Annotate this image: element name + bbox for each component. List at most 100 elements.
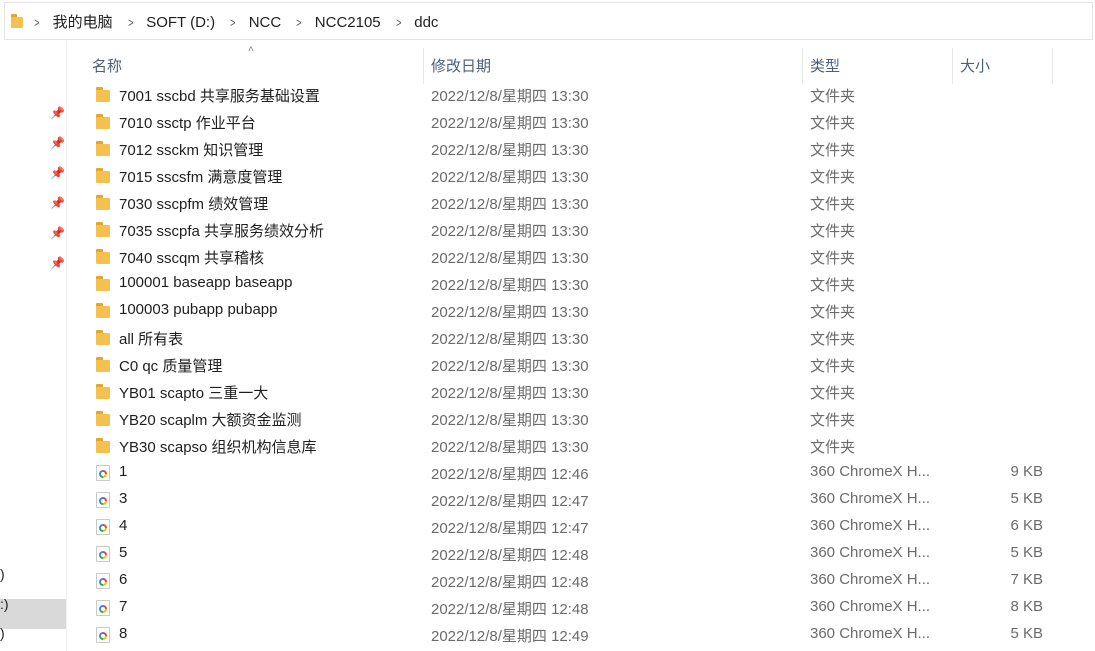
file-name: 100003 pubapp pubapp — [119, 301, 278, 318]
file-name: C0 qc 质量管理 — [119, 358, 223, 375]
file-type: 文件夹 — [810, 412, 856, 429]
address-bar[interactable]: > 我的电脑 > SOFT (D:) > NCC > NCC2105 > ddc — [4, 2, 1093, 40]
folder-icon — [96, 276, 110, 292]
modified-date: 2022/12/8/星期四 13:30 — [431, 439, 589, 456]
folder-icon — [96, 114, 110, 130]
modified-date: 2022/12/8/星期四 13:30 — [431, 142, 589, 159]
file-row[interactable]: 7030 sscpfm 绩效管理 2022/12/8/星期四 13:30 文件夹 — [0, 189, 1095, 216]
file-row[interactable]: 7012 ssckm 知识管理 2022/12/8/星期四 13:30 文件夹 — [0, 135, 1095, 162]
file-list: 7001 sscbd 共享服务基础设置 2022/12/8/星期四 13:30 文件… — [0, 81, 1095, 648]
file-name: 1 — [119, 463, 128, 480]
file-type: 文件夹 — [810, 142, 856, 159]
file-row[interactable]: 5 2022/12/8/星期四 12:48 360 ChromeX H... 5 KB — [0, 540, 1095, 567]
column-header-name[interactable]: 名称 — [92, 55, 122, 76]
file-type: 文件夹 — [810, 304, 856, 321]
column-divider[interactable] — [423, 48, 424, 84]
chevron-right-icon[interactable]: > — [128, 15, 133, 30]
file-size: 7 KB — [1010, 571, 1043, 588]
modified-date: 2022/12/8/星期四 13:30 — [431, 115, 589, 132]
modified-date: 2022/12/8/星期四 13:30 — [431, 358, 589, 375]
breadcrumb-item[interactable]: NCC — [249, 14, 282, 31]
file-row[interactable]: 7015 sscsfm 满意度管理 2022/12/8/星期四 13:30 文件夹 — [0, 162, 1095, 189]
column-header-size[interactable]: 大小 — [960, 55, 990, 76]
chromex-html-file-icon — [96, 600, 110, 616]
file-type: 360 ChromeX H... — [810, 490, 931, 507]
folder-icon — [96, 249, 110, 265]
file-row[interactable]: 6 2022/12/8/星期四 12:48 360 ChromeX H... 7 KB — [0, 567, 1095, 594]
file-size: 9 KB — [1010, 463, 1043, 480]
file-row[interactable]: 100001 baseapp baseapp 2022/12/8/星期四 13:3… — [0, 270, 1095, 297]
file-name: 8 — [119, 625, 128, 642]
file-name: 100001 baseapp baseapp — [119, 274, 293, 291]
file-row[interactable]: 3 2022/12/8/星期四 12:47 360 ChromeX H... 5 KB — [0, 486, 1095, 513]
file-type: 360 ChromeX H... — [810, 598, 931, 615]
file-type: 文件夹 — [810, 223, 856, 240]
file-name: 7012 ssckm 知识管理 — [119, 142, 264, 159]
file-row[interactable]: 1 2022/12/8/星期四 12:46 360 ChromeX H... 9 KB — [0, 459, 1095, 486]
file-type: 文件夹 — [810, 358, 856, 375]
file-row[interactable]: 7001 sscbd 共享服务基础设置 2022/12/8/星期四 13:30 文件… — [0, 81, 1095, 108]
modified-date: 2022/12/8/星期四 12:48 — [431, 601, 589, 618]
file-row[interactable]: 7 2022/12/8/星期四 12:48 360 ChromeX H... 8 KB — [0, 594, 1095, 621]
modified-date: 2022/12/8/星期四 12:48 — [431, 547, 589, 564]
chromex-html-file-icon — [96, 627, 110, 643]
file-type: 360 ChromeX H... — [810, 571, 931, 588]
file-name: YB01 scapto 三重一大 — [119, 385, 269, 402]
file-row[interactable]: 100003 pubapp pubapp 2022/12/8/星期四 13:30 文… — [0, 297, 1095, 324]
modified-date: 2022/12/8/星期四 13:30 — [431, 250, 589, 267]
breadcrumb-item[interactable]: NCC2105 — [315, 14, 381, 31]
chevron-right-icon[interactable]: > — [296, 15, 301, 30]
column-header-type[interactable]: 类型 — [810, 55, 840, 76]
file-row[interactable]: 7010 ssctp 作业平台 2022/12/8/星期四 13:30 文件夹 — [0, 108, 1095, 135]
file-row[interactable]: all 所有表 2022/12/8/星期四 13:30 文件夹 — [0, 324, 1095, 351]
folder-icon — [96, 330, 110, 346]
file-name: 7035 sscpfa 共享服务绩效分析 — [119, 223, 325, 240]
breadcrumb-item[interactable]: SOFT (D:) — [146, 14, 215, 31]
chromex-html-file-icon — [96, 465, 110, 481]
column-divider[interactable] — [802, 48, 803, 84]
folder-icon — [96, 438, 110, 454]
file-type: 文件夹 — [810, 196, 856, 213]
folder-icon — [96, 357, 110, 373]
modified-date: 2022/12/8/星期四 12:46 — [431, 466, 589, 483]
sort-up-icon: ˄ — [248, 44, 254, 55]
file-type: 文件夹 — [810, 331, 856, 348]
file-row[interactable]: YB01 scapto 三重一大 2022/12/8/星期四 13:30 文件夹 — [0, 378, 1095, 405]
modified-date: 2022/12/8/星期四 12:47 — [431, 493, 589, 510]
modified-date: 2022/12/8/星期四 13:30 — [431, 331, 589, 348]
modified-date: 2022/12/8/星期四 12:48 — [431, 574, 589, 591]
column-divider[interactable] — [952, 48, 953, 84]
file-row[interactable]: 7040 sscqm 共享稽核 2022/12/8/星期四 13:30 文件夹 — [0, 243, 1095, 270]
folder-icon — [11, 14, 23, 28]
file-type: 文件夹 — [810, 385, 856, 402]
column-header-date[interactable]: 修改日期 — [431, 55, 491, 76]
column-divider[interactable] — [1052, 48, 1053, 84]
chevron-right-icon[interactable]: > — [34, 15, 39, 30]
file-type: 360 ChromeX H... — [810, 463, 931, 480]
file-size: 8 KB — [1010, 598, 1043, 615]
file-type: 文件夹 — [810, 115, 856, 132]
chevron-right-icon[interactable]: > — [230, 15, 235, 30]
file-type: 文件夹 — [810, 277, 856, 294]
chevron-right-icon[interactable]: > — [396, 15, 401, 30]
file-row[interactable]: 7035 sscpfa 共享服务绩效分析 2022/12/8/星期四 13:30 文… — [0, 216, 1095, 243]
folder-icon — [96, 195, 110, 211]
file-row[interactable]: YB20 scaplm 大额资金监测 2022/12/8/星期四 13:30 文件夹 — [0, 405, 1095, 432]
file-row[interactable]: C0 qc 质量管理 2022/12/8/星期四 13:30 文件夹 — [0, 351, 1095, 378]
file-name: YB30 scapso 组织机构信息库 — [119, 439, 317, 456]
file-type: 文件夹 — [810, 250, 856, 267]
breadcrumb-item[interactable]: ddc — [414, 14, 438, 31]
file-name: all 所有表 — [119, 331, 184, 348]
file-name: 7010 ssctp 作业平台 — [119, 115, 256, 132]
modified-date: 2022/12/8/星期四 13:30 — [431, 196, 589, 213]
file-row[interactable]: YB30 scapso 组织机构信息库 2022/12/8/星期四 13:30 文件… — [0, 432, 1095, 459]
breadcrumb-item[interactable]: 我的电脑 — [53, 14, 113, 31]
file-name: 3 — [119, 490, 128, 507]
file-row[interactable]: 8 2022/12/8/星期四 12:49 360 ChromeX H... 5 KB — [0, 621, 1095, 648]
folder-icon — [96, 222, 110, 238]
folder-icon — [96, 384, 110, 400]
folder-icon — [96, 303, 110, 319]
modified-date: 2022/12/8/星期四 13:30 — [431, 412, 589, 429]
folder-icon — [96, 141, 110, 157]
file-row[interactable]: 4 2022/12/8/星期四 12:47 360 ChromeX H... 6 KB — [0, 513, 1095, 540]
